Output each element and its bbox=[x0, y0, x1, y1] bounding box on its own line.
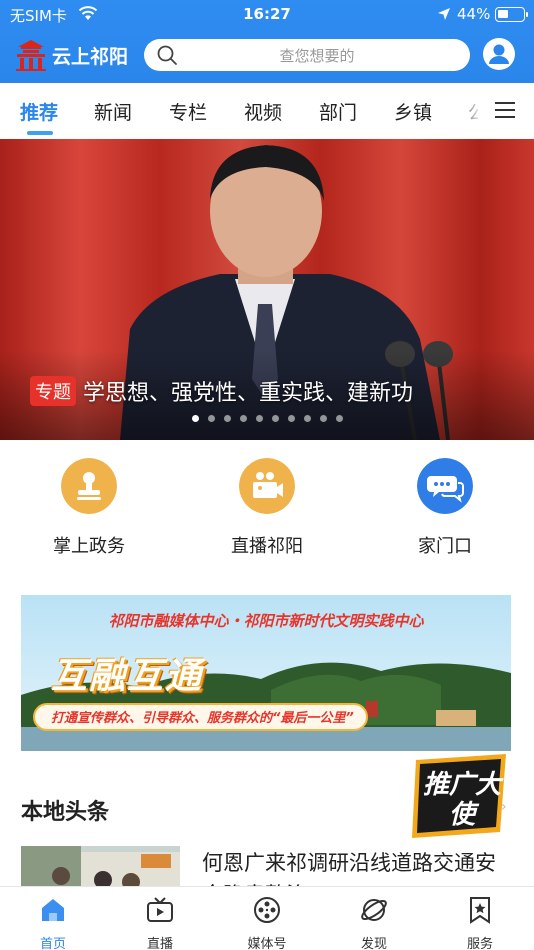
nav-discover[interactable]: 发现 bbox=[334, 895, 414, 950]
tab-towns[interactable]: 乡镇 bbox=[394, 98, 432, 125]
logo-mark-icon bbox=[16, 40, 46, 71]
channel-menu-icon[interactable] bbox=[494, 100, 516, 120]
nav-discover-label: 发现 bbox=[360, 937, 387, 950]
carousel-dot[interactable] bbox=[303, 415, 311, 422]
carousel-dots bbox=[0, 415, 534, 422]
chat-bubble-icon bbox=[417, 458, 473, 514]
status-bar: 无SIM卡 16:27 44% bbox=[0, 0, 534, 28]
nav-live[interactable]: 直播 bbox=[120, 895, 200, 950]
active-tab-indicator bbox=[27, 131, 53, 135]
carousel-dot[interactable] bbox=[271, 415, 279, 422]
tabs-fade bbox=[456, 83, 482, 139]
tab-columns[interactable]: 专栏 bbox=[169, 98, 207, 125]
user-icon bbox=[489, 44, 509, 64]
entry-doorstep[interactable]: 家门口 bbox=[375, 458, 515, 558]
search-placeholder: 查您想要的 bbox=[279, 47, 355, 65]
app-logo[interactable]: 云上祁阳 bbox=[14, 38, 128, 72]
entry-doorstep-label: 家门口 bbox=[418, 536, 472, 557]
promo-org-line: 祁阳市融媒体中心・祁阳市新时代文明实践中心 bbox=[108, 612, 424, 630]
tv-icon bbox=[147, 897, 173, 922]
top-header: 无SIM卡 16:27 44% 云上祁阳 查您想要的 bbox=[0, 0, 534, 83]
film-reel-icon bbox=[254, 897, 280, 923]
planet-icon bbox=[361, 899, 387, 921]
promoter-badge-text: 推广大使 bbox=[422, 770, 501, 830]
user-avatar-button[interactable] bbox=[483, 38, 515, 70]
clock: 16:27 bbox=[243, 5, 291, 23]
stamp-icon bbox=[61, 458, 117, 514]
carousel-dot[interactable] bbox=[239, 415, 247, 422]
bottom-navigation: 首页 直播 媒体号 发现 服务 bbox=[0, 886, 534, 950]
entry-government-label: 掌上政务 bbox=[53, 536, 125, 557]
section-title-local: 本地头条 bbox=[21, 800, 110, 825]
nav-service[interactable]: 服务 bbox=[440, 895, 520, 950]
hero-caption: 专题 学思想、强党性、重实践、建新功 bbox=[30, 375, 413, 407]
hero-tag: 专题 bbox=[30, 376, 76, 406]
hero-banner[interactable]: 专题 学思想、强党性、重实践、建新功 bbox=[0, 139, 534, 440]
app-root: 无SIM卡 16:27 44% 云上祁阳 查您想要的 推荐 新闻 专栏 视频 部… bbox=[0, 0, 534, 950]
video-camera-icon bbox=[239, 458, 295, 514]
battery-icon bbox=[495, 7, 528, 22]
carousel-dot[interactable] bbox=[191, 415, 199, 422]
search-bar[interactable]: 查您想要的 bbox=[144, 39, 470, 71]
carousel-dot[interactable] bbox=[335, 415, 343, 422]
tab-recommend[interactable]: 推荐 bbox=[20, 98, 58, 125]
entry-live-label: 直播祁阳 bbox=[231, 536, 303, 557]
tab-departments[interactable]: 部门 bbox=[319, 98, 357, 125]
location-arrow-icon bbox=[438, 8, 450, 20]
entry-live[interactable]: 直播祁阳 bbox=[197, 458, 337, 558]
bookmark-star-icon bbox=[470, 897, 490, 924]
battery-percent: 44% bbox=[457, 5, 491, 23]
news-thumbnail-image bbox=[21, 846, 180, 890]
news-title[interactable]: 何恩广来祁调研沿线道路交通安全隐患整治 bbox=[202, 847, 512, 891]
entry-government[interactable]: 掌上政务 bbox=[19, 458, 159, 558]
news-thumbnail[interactable] bbox=[21, 846, 180, 890]
channel-tabs: 推荐 新闻 专栏 视频 部门 乡镇 公 bbox=[0, 83, 534, 139]
quick-entries: 掌上政务 直播祁阳 家门口 bbox=[0, 440, 534, 580]
nav-home[interactable]: 首页 bbox=[13, 895, 93, 950]
promoter-badge[interactable]: 推广大使 bbox=[408, 752, 512, 840]
nav-live-label: 直播 bbox=[146, 937, 173, 950]
home-icon bbox=[42, 899, 64, 921]
carousel-dot[interactable] bbox=[319, 415, 327, 422]
promo-subline: 打通宣传群众、引导群众、服务群众的“最后一公里” bbox=[33, 703, 368, 731]
nav-media[interactable]: 媒体号 bbox=[227, 895, 307, 950]
tab-video[interactable]: 视频 bbox=[244, 98, 282, 125]
chevron-right-icon: › bbox=[501, 799, 507, 815]
app-name: 云上祁阳 bbox=[52, 45, 129, 68]
promo-banner[interactable]: 祁阳市融媒体中心・祁阳市新时代文明实践中心 互融互通 打通宣传群众、引导群众、服… bbox=[21, 595, 511, 751]
promo-slogan: 互融互通 bbox=[51, 656, 204, 697]
carousel-dot[interactable] bbox=[207, 415, 215, 422]
nav-media-label: 媒体号 bbox=[247, 937, 287, 950]
carousel-dot[interactable] bbox=[287, 415, 295, 422]
hero-title: 学思想、强党性、重实践、建新功 bbox=[83, 381, 414, 406]
nav-home-label: 首页 bbox=[39, 937, 66, 950]
tab-news[interactable]: 新闻 bbox=[94, 98, 132, 125]
carousel-dot[interactable] bbox=[223, 415, 231, 422]
carousel-dot[interactable] bbox=[255, 415, 263, 422]
nav-service-label: 服务 bbox=[466, 937, 493, 950]
